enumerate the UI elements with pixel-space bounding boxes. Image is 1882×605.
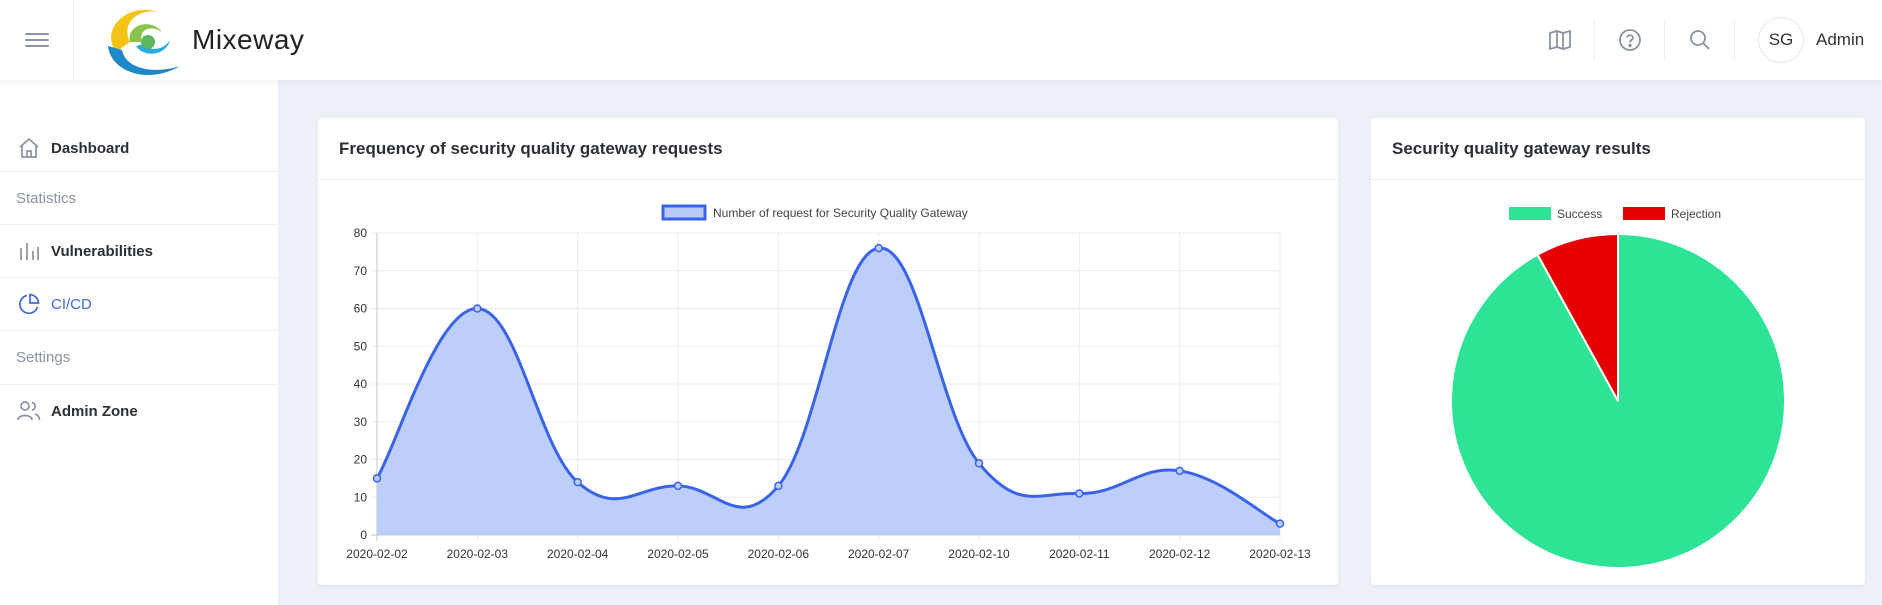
menu-button[interactable] (0, 0, 74, 80)
y-tick-label: 50 (354, 339, 368, 353)
search-icon (1690, 30, 1710, 50)
y-tick-label: 30 (354, 415, 368, 429)
y-tick-label: 20 (354, 453, 368, 467)
app-name: Mixeway (192, 24, 305, 55)
data-point (372, 474, 382, 483)
top-bar: Mixeway SG Admin (0, 0, 1882, 80)
series-area (377, 248, 1280, 535)
data-point (1275, 519, 1285, 528)
x-tick-label: 2020-02-12 (1149, 547, 1211, 561)
x-tick-label: 2020-02-06 (748, 547, 810, 561)
home-icon (17, 136, 41, 160)
x-tick-label: 2020-02-04 (547, 547, 609, 561)
x-tick-label: 2020-02-02 (346, 547, 408, 561)
top-separator (1734, 20, 1735, 60)
avatar[interactable]: SG (1758, 17, 1804, 63)
requests-frequency-card: Frequency of security quality gateway re… (318, 118, 1338, 585)
legend-label: Success (1557, 207, 1602, 221)
app-logo[interactable]: Mixeway (96, 0, 304, 80)
legend-swatch (661, 204, 707, 221)
avatar-initials: SG (1768, 30, 1794, 49)
pie-legend: Success Rejection (1509, 207, 1721, 221)
sidebar-section-statistics: Statistics (16, 189, 77, 207)
bar-chart-icon (17, 239, 41, 263)
x-tick-label: 2020-02-10 (948, 547, 1010, 561)
gateway-results-card: Security quality gateway results Success… (1371, 118, 1865, 585)
data-point (473, 304, 482, 313)
y-tick-label: 70 (354, 264, 368, 278)
users-icon (17, 399, 41, 423)
logo-swirl-icon (108, 9, 180, 76)
sidebar-item-vulnerabilities[interactable]: Vulnerabilities (0, 225, 278, 277)
pie-chart-icon (17, 292, 41, 316)
y-tick-label: 0 (360, 528, 367, 542)
x-tick-label: 2020-02-11 (1049, 547, 1110, 561)
help-button[interactable] (1610, 20, 1650, 60)
search-button[interactable] (1680, 20, 1720, 60)
menu-icon (24, 33, 49, 47)
card-title: Security quality gateway results (1371, 118, 1865, 180)
data-point (1175, 466, 1184, 476)
user-name: Admin (1816, 30, 1865, 49)
x-tick-label: 2020-02-05 (647, 547, 709, 561)
chart-legend: Number of request for Security Quality G… (661, 204, 968, 221)
y-tick-label: 10 (354, 490, 368, 504)
help-icon (1619, 29, 1641, 51)
data-point (874, 243, 883, 253)
legend-label: Number of request for Security Quality G… (713, 206, 968, 220)
book-icon (1549, 30, 1571, 50)
sidebar-section-settings: Settings (16, 348, 71, 366)
y-tick-label: 60 (354, 302, 368, 316)
legend-label: Rejection (1671, 207, 1721, 221)
y-tick-label: 40 (354, 377, 368, 391)
top-separator (1664, 20, 1665, 60)
user-menu[interactable]: SG Admin (1758, 16, 1864, 64)
sidebar-item-cicd[interactable]: CI/CD (0, 278, 278, 330)
documentation-button[interactable] (1540, 20, 1580, 60)
data-point (774, 481, 783, 491)
sidebar-item-admin-zone[interactable]: Admin Zone (0, 385, 278, 437)
legend-swatch (1509, 207, 1551, 220)
sidebar-item-label: Vulnerabilities (51, 242, 153, 260)
data-point (673, 481, 683, 491)
x-tick-label: 2020-02-03 (447, 547, 509, 561)
top-separator (1594, 20, 1595, 60)
requests-line-chart: 0 10 20 30 40 50 60 70 80 2020-02-02 2020-02-03 202… (346, 204, 1311, 561)
data-point (1075, 489, 1084, 498)
data-point (573, 477, 582, 487)
x-tick-label: 2020-02-13 (1249, 547, 1311, 561)
gateway-results-pie-chart: Success Rejection (1450, 207, 1786, 569)
sidebar-item-label: Admin Zone (51, 402, 138, 420)
y-tick-label: 80 (354, 226, 368, 240)
legend-swatch (1623, 207, 1665, 220)
x-tick-label: 2020-02-07 (848, 547, 910, 561)
sidebar-item-dashboard[interactable]: Dashboard (0, 122, 278, 174)
data-point (974, 459, 984, 468)
card-title: Frequency of security quality gateway re… (318, 118, 1338, 180)
sidebar: Dashboard Statistics Vulnerabilities CI/… (0, 80, 278, 605)
sidebar-item-label: Dashboard (51, 139, 130, 157)
sidebar-item-label: CI/CD (51, 295, 92, 313)
